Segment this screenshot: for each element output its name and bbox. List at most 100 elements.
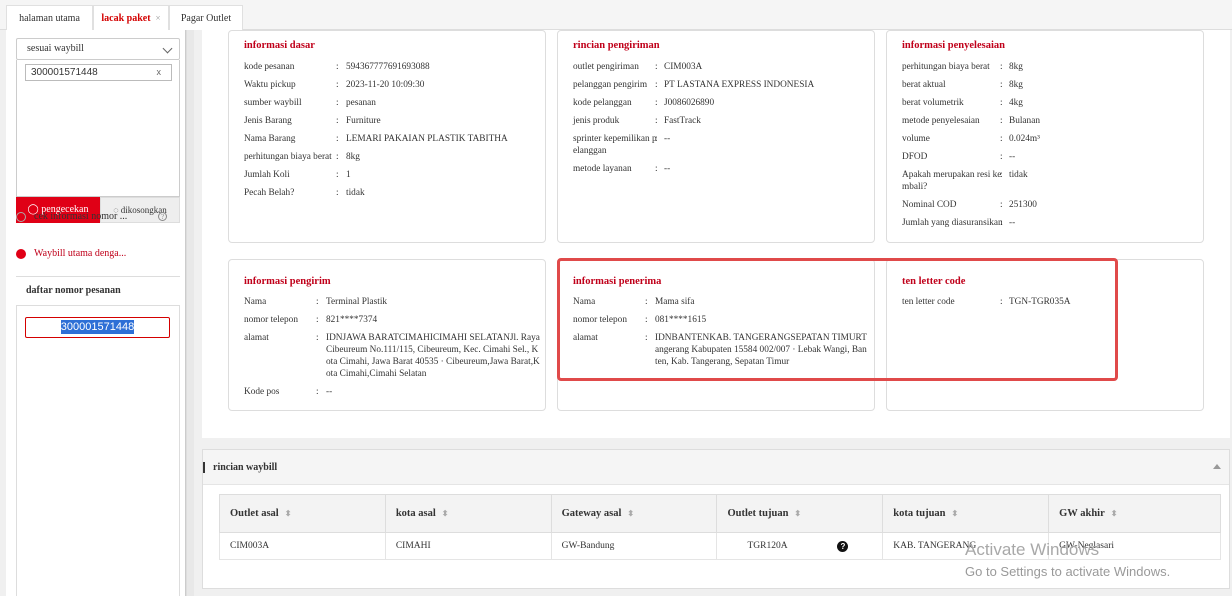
colon: : <box>316 297 319 307</box>
info-row: volume:0.024m³ <box>902 133 1212 147</box>
colon: : <box>316 315 319 325</box>
field-value: CIM003A <box>664 62 703 72</box>
colon: : <box>336 98 339 108</box>
field-value: -- <box>664 134 671 144</box>
sender-postcode-row: Kode pos: -- <box>244 386 544 400</box>
section-marker <box>203 462 205 473</box>
col-origin-city[interactable]: kota asal ⬍ <box>384 494 552 533</box>
col-destination-city[interactable]: kota tujuan ⬍ <box>882 494 1050 533</box>
field-label: berat aktual <box>902 80 946 90</box>
field-value: 8kg <box>346 152 360 162</box>
sort-icon: ⬍ <box>951 508 959 518</box>
highlight-box <box>557 258 1118 381</box>
field-value: FastTrack <box>664 116 701 126</box>
field-label: Jumlah yang diasuransikan <box>902 218 1003 228</box>
colon: : <box>316 387 319 397</box>
tab-track-package[interactable]: lacak paket × <box>93 5 169 30</box>
field-label: perhitungan biaya berat <box>244 152 332 162</box>
field-label: metode penyelesaian <box>902 116 980 126</box>
info-row: Waktu pickup:2023-11-20 10:09:30 <box>244 79 554 93</box>
order-list-header: daftar nomor pesanan <box>16 276 180 306</box>
col-destination-outlet[interactable]: Outlet tujuan ⬍ <box>716 494 884 533</box>
section-title: rincian waybill <box>213 462 278 473</box>
radio-checked-icon[interactable] <box>16 248 26 259</box>
search-mode-select[interactable]: sesuai waybill <box>16 38 180 60</box>
colon: : <box>336 62 339 72</box>
field-label: perhitungan biaya berat <box>902 62 990 72</box>
colon: : <box>336 134 339 144</box>
field-value: ota Cimahi,Cimahi Selatan <box>326 369 427 379</box>
col-origin-gateway[interactable]: Gateway asal ⬍ <box>550 494 718 533</box>
info-row: perhitungan biaya berat:8kg <box>244 151 554 165</box>
colon: : <box>316 333 319 343</box>
col-final-gateway[interactable]: GW akhir ⬍ <box>1048 494 1221 533</box>
field-value: IDNJAWA BARATCIMAHICIMAHI SELATANJl. Ray… <box>326 333 540 343</box>
info-row: Pecah Belah?: tidak <box>244 187 554 201</box>
cell-origin-gateway: GW-Bandung <box>550 532 718 560</box>
field-label: volume <box>902 134 930 144</box>
card-title: informasi dasar <box>244 40 315 51</box>
radio-icon[interactable] <box>16 211 26 222</box>
field-value: Bulanan <box>1009 116 1040 126</box>
info-row: jenis produk: FastTrack <box>573 115 883 129</box>
field-label: Pecah Belah? <box>244 188 295 198</box>
sender-address-row: alamat: IDNJAWA BARATCIMAHICIMAHI SELATAN… <box>244 332 544 379</box>
tab-label: lacak paket <box>101 13 151 24</box>
colon: : <box>1000 62 1003 72</box>
card-title: informasi pengirim <box>244 276 331 287</box>
section-header[interactable]: rincian waybill <box>203 450 1229 485</box>
field-label: Waktu pickup <box>244 80 296 90</box>
field-value: 2023-11-20 10:09:30 <box>346 80 425 90</box>
colon: : <box>336 80 339 90</box>
option-check-info[interactable]: cek informasi nomor ...? <box>16 211 167 222</box>
order-list: 300001571448 <box>16 306 180 596</box>
tab-outlet-fence[interactable]: Pagar Outlet <box>169 5 243 30</box>
colon: : <box>655 80 658 90</box>
tab-home[interactable]: halaman utama <box>6 5 93 30</box>
field-label-cont: mbali? <box>902 182 928 192</box>
tab-label: halaman utama <box>19 13 80 24</box>
order-list-item[interactable]: 300001571448 <box>25 317 170 338</box>
field-label: Jumlah Koli <box>244 170 290 180</box>
info-row: perhitungan biaya berat:8kg <box>902 61 1212 75</box>
option-main-waybill[interactable]: Waybill utama denga... <box>16 248 126 259</box>
tag-close-icon[interactable]: x <box>157 65 162 80</box>
info-row: berat aktual:8kg <box>902 79 1212 93</box>
option-label: cek informasi nomor ... <box>34 211 128 222</box>
field-label-cont: elanggan <box>573 146 607 156</box>
sort-icon: ⬍ <box>627 508 635 518</box>
field-value: -- <box>664 164 671 174</box>
field-label: kode pesanan <box>244 62 295 72</box>
field-value: 594367777691693088 <box>346 62 430 72</box>
field-value: -- <box>326 387 333 397</box>
sort-icon: ⬍ <box>441 508 449 518</box>
colon: : <box>336 152 339 162</box>
help-icon[interactable]: ? <box>837 541 849 552</box>
col-origin-outlet[interactable]: Outlet asal ⬍ <box>219 494 386 533</box>
field-label: metode layanan <box>573 164 632 174</box>
sort-icon: ⬍ <box>794 508 802 518</box>
close-icon[interactable]: × <box>156 13 161 23</box>
field-value: 0.024m³ <box>1009 134 1040 144</box>
field-value: pesanan <box>346 98 376 108</box>
activation-subtitle: Go to Settings to activate Windows. <box>965 564 1171 579</box>
info-row: DFOD: -- <box>902 151 1212 165</box>
info-row: outlet pengiriman: CIM003A <box>573 61 883 75</box>
order-number: 300001571448 <box>60 320 135 334</box>
card-title: informasi penyelesaian <box>902 40 1005 51</box>
field-value: -- <box>1009 218 1016 228</box>
waybill-input-area[interactable]: 300001571448 x <box>16 60 180 197</box>
field-value: J0086026890 <box>664 98 715 108</box>
field-value: 821****7374 <box>326 315 378 325</box>
card-title: rincian pengiriman <box>573 40 660 51</box>
sort-icon: ⬍ <box>1110 508 1118 518</box>
sender-name-row: Nama: Terminal Plastik <box>244 296 544 310</box>
field-value: -- <box>1009 152 1016 162</box>
collapse-icon[interactable] <box>1213 464 1221 469</box>
field-label: sprinter kepemilikan p <box>573 134 657 144</box>
help-icon[interactable]: ? <box>158 212 167 221</box>
scrollbar[interactable] <box>186 30 194 596</box>
field-label: jenis produk <box>573 116 620 126</box>
info-row: Jenis Barang: Furniture <box>244 115 554 129</box>
field-label: Nama Barang <box>244 134 296 144</box>
